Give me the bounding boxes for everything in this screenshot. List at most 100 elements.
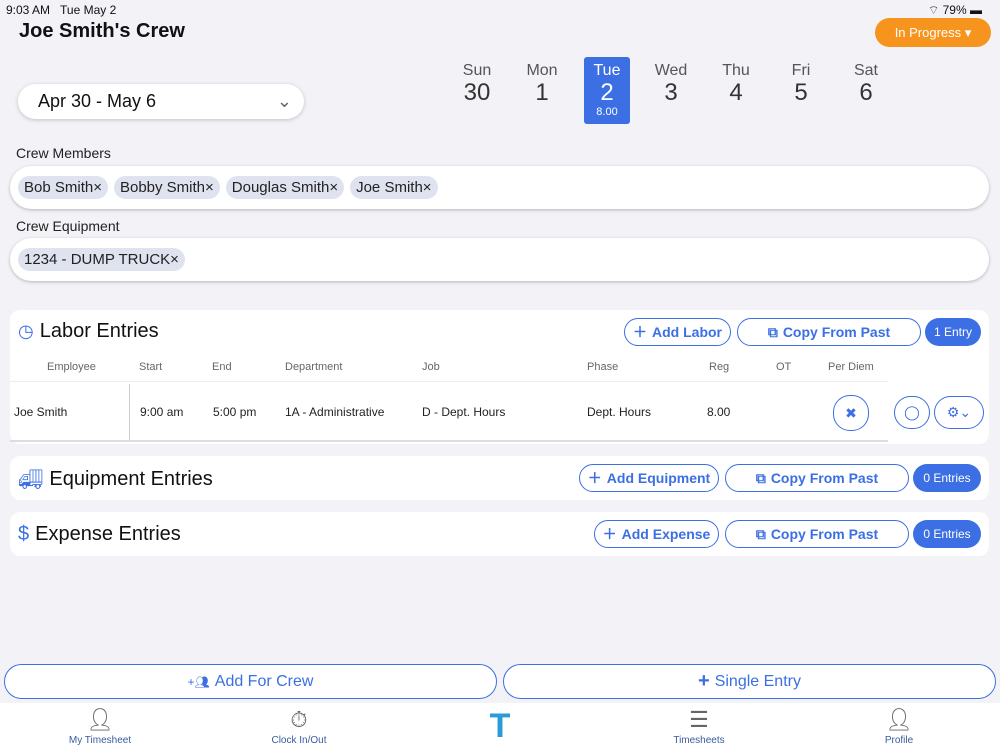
tab-timesheets[interactable]: ☰ Timesheets [639, 705, 759, 746]
label: Copy From Past [782, 324, 891, 340]
crew-equipment-field[interactable]: 1234 - DUMP TRUCK× [10, 238, 989, 281]
add-group-icon: +👥︎ [187, 674, 210, 689]
day-name: Thu [722, 62, 750, 79]
user-clock-icon: 👤︎ [86, 707, 114, 732]
single-entry-button[interactable]: + Single Entry [503, 664, 996, 699]
cell-job: D - Dept. Hours [422, 405, 506, 419]
day-name: Fri [791, 62, 811, 79]
crew-members-field[interactable]: Bob Smith× Bobby Smith× Douglas Smith× Joe … [10, 166, 989, 209]
day-name: Sun [462, 62, 492, 79]
labor-header: ◷ Labor Entries [18, 320, 159, 343]
label: Add Expense [621, 526, 711, 542]
day-sat[interactable]: Sat 6 [843, 57, 889, 124]
label: Add Equipment [606, 470, 711, 486]
col-employee: Employee [47, 361, 96, 373]
plus-icon: ＋ [602, 526, 617, 542]
day-number: 6 [859, 79, 873, 106]
label: Clock In/Out [271, 735, 327, 746]
day-hours: 8.00 [596, 106, 618, 118]
day-number: 1 [535, 79, 549, 106]
label: Single Entry [714, 672, 801, 690]
add-expense-button[interactable]: ＋ Add Expense [594, 520, 719, 548]
cell-end: 5:00 pm [213, 405, 257, 419]
chip-label: Joe Smith [356, 179, 423, 196]
labor-title: Labor Entries [39, 320, 159, 342]
dollar-icon: $ [18, 523, 30, 545]
label: Copy From Past [770, 470, 879, 486]
col-phase: Phase [587, 361, 619, 373]
equipment-header: 🚚︎ Equipment Entries [18, 467, 213, 492]
chip-label: 1234 - DUMP TRUCK [24, 251, 171, 268]
time: 9:03 AM [6, 3, 51, 17]
day-number: 3 [664, 79, 678, 106]
page-title: Joe Smith's Crew [19, 20, 185, 42]
equipment-count-badge[interactable]: 0 Entries [913, 464, 981, 492]
truck-icon: 🚚︎ [18, 469, 44, 491]
comment-icon[interactable]: ◯ [894, 396, 930, 429]
day-mon[interactable]: Mon 1 [519, 57, 565, 124]
cell-phase: Dept. Hours [587, 405, 652, 419]
col-department: Department [285, 361, 343, 373]
plus-icon: ＋ [633, 324, 647, 340]
remove-icon[interactable]: × [423, 179, 432, 196]
remove-icon[interactable]: × [170, 251, 179, 268]
crew-member-chip: Bob Smith× [18, 176, 108, 199]
settings-menu-icon[interactable]: ⚙⌄ [934, 396, 984, 429]
expense-header: $ Expense Entries [18, 523, 181, 546]
day-thu[interactable]: Thu 4 [713, 57, 759, 124]
crew-member-chip: Douglas Smith× [225, 176, 345, 199]
tab-profile[interactable]: 👤︎ Profile [839, 705, 959, 746]
chip-label: Douglas Smith [231, 179, 330, 196]
cell-start: 9:00 am [140, 405, 184, 419]
home-logo[interactable]: T [440, 707, 560, 745]
week-range: Apr 30 - May 6 [38, 91, 157, 111]
divider [10, 440, 888, 442]
day-number: 5 [794, 79, 808, 106]
day-name: Wed [654, 62, 688, 79]
expense-title: Expense Entries [35, 523, 181, 545]
crew-members-label: Crew Members [16, 145, 111, 161]
status-dropdown[interactable]: In Progress ▾ [875, 18, 991, 47]
chip-label: Bobby Smith [119, 179, 206, 196]
cell-employee: Joe Smith [14, 405, 68, 419]
list-icon: ☰ [689, 707, 709, 732]
add-for-crew-button[interactable]: +👥︎ Add For Crew [4, 664, 497, 699]
day-wed[interactable]: Wed 3 [648, 57, 694, 124]
day-fri[interactable]: Fri 5 [778, 57, 824, 124]
crew-member-chip: Joe Smith× [350, 176, 438, 199]
add-equipment-button[interactable]: ＋ Add Equipment [579, 464, 719, 492]
equipment-chip: 1234 - DUMP TRUCK× [18, 248, 185, 271]
tab-my-timesheet[interactable]: 👤︎ My Timesheet [40, 705, 160, 746]
col-start: Start [139, 361, 163, 373]
crew-equipment-label: Crew Equipment [16, 218, 120, 234]
expense-count-badge[interactable]: 0 Entries [913, 520, 981, 548]
week-picker[interactable]: Apr 30 - May 6 ⌄ [18, 84, 304, 119]
day-number: 2 [600, 79, 614, 106]
labor-count-badge[interactable]: 1 Entry [925, 318, 981, 346]
add-labor-button[interactable]: ＋ Add Labor [624, 318, 731, 346]
expense-copy-from-past-button[interactable]: ⧉ Copy From Past [725, 520, 909, 548]
remove-icon[interactable]: × [93, 179, 102, 196]
stopwatch-icon: ⏱︎ [290, 707, 308, 732]
col-reg: Reg [709, 361, 730, 373]
labor-copy-from-past-button[interactable]: ⧉ Copy From Past [737, 318, 921, 346]
day-sun[interactable]: Sun 30 [454, 57, 500, 124]
plus-icon: ＋ [587, 470, 602, 486]
day-tue[interactable]: Tue 2 8.00 [584, 57, 630, 124]
clock-icon: ◷ [18, 321, 34, 341]
label: My Timesheet [68, 735, 132, 746]
per-diem-toggle-x-icon[interactable]: ✖ [833, 395, 869, 431]
equipment-copy-from-past-button[interactable]: ⧉ Copy From Past [725, 464, 909, 492]
label: Add For Crew [214, 672, 314, 690]
cell-reg: 8.00 [707, 405, 731, 419]
day-number: 4 [729, 79, 743, 106]
status-time: 9:03 AM Tue May 2 [6, 3, 116, 17]
remove-icon[interactable]: × [329, 179, 338, 196]
copy-icon: ⧉ [755, 469, 766, 486]
equipment-title: Equipment Entries [49, 468, 213, 490]
divider [10, 381, 888, 382]
tab-clock-in-out[interactable]: ⏱︎ Clock In/Out [239, 705, 359, 746]
date: Tue May 2 [60, 3, 117, 17]
col-end: End [212, 361, 232, 373]
remove-icon[interactable]: × [205, 179, 214, 196]
